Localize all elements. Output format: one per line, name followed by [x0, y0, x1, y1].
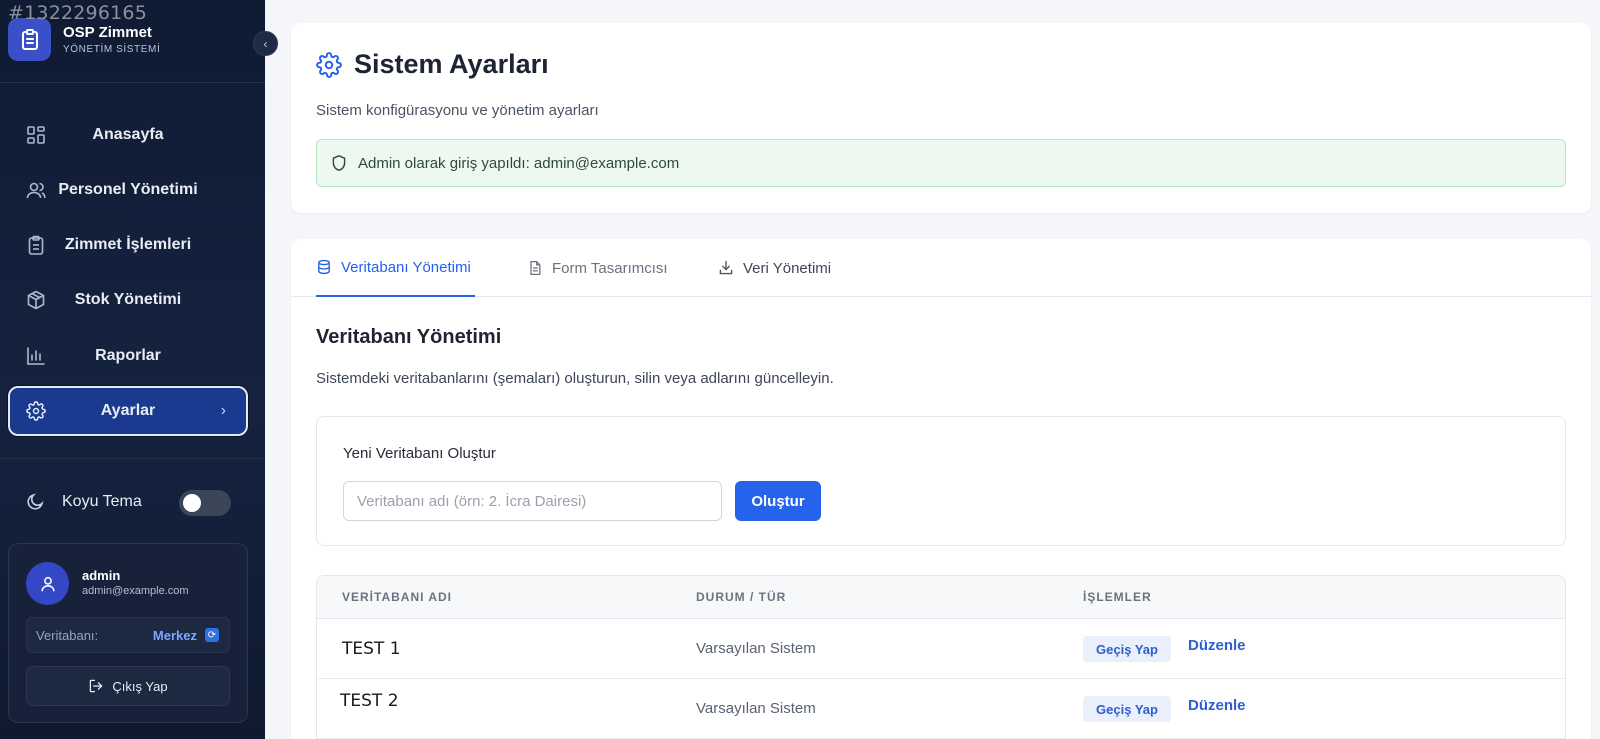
- tab-label: Form Tasarımcısı: [552, 259, 668, 277]
- page-subtitle: Sistem konfigürasyonu ve yönetim ayarlar…: [316, 102, 599, 119]
- user-icon: [40, 576, 55, 591]
- user-name: admin: [82, 568, 121, 583]
- column-header-actions: İŞLEMLER: [1083, 590, 1152, 604]
- toggle-knob: [183, 494, 201, 512]
- sidebar-divider: [0, 458, 265, 459]
- brand-subtitle: YÖNETİM SİSTEMİ: [63, 44, 161, 55]
- tab-form-tasarimcisi[interactable]: Form Tasarımcısı: [527, 239, 668, 297]
- sidebar-item-personel[interactable]: Personel Yönetimi: [8, 165, 248, 215]
- column-header-name: VERİTABANI ADI: [342, 590, 452, 604]
- admin-login-alert: Admin olarak giriş yapıldı: admin@exampl…: [316, 139, 1566, 187]
- logout-label: Çıkış Yap: [112, 678, 168, 694]
- tab-label: Veritabanı Yönetimi: [341, 258, 471, 276]
- logout-button[interactable]: Çıkış Yap: [26, 666, 230, 706]
- settings-content-card: Veritabanı Yönetimi Form Tasarımcısı Ver…: [291, 239, 1591, 739]
- collapse-sidebar-button[interactable]: ‹: [253, 31, 278, 56]
- database-name: TEST 2: [340, 691, 399, 711]
- gear-icon: [316, 52, 342, 78]
- download-icon: [719, 260, 733, 275]
- section-description: Sistemdeki veritabanlarını (şemaları) ol…: [316, 370, 834, 387]
- database-status: Varsayılan Sistem: [696, 640, 816, 657]
- user-card: admin admin@example.com Veritabanı: Merk…: [8, 543, 248, 723]
- chevron-right-icon: ›: [220, 402, 226, 419]
- edit-database-button[interactable]: Düzenle: [1188, 637, 1246, 654]
- database-label: Veritabanı:: [36, 627, 99, 643]
- sidebar-item-raporlar[interactable]: Raporlar: [8, 331, 248, 381]
- document-icon: [530, 260, 541, 276]
- dark-theme-toggle[interactable]: [179, 490, 231, 516]
- create-database-title: Yeni Veritabanı Oluştur: [343, 445, 496, 462]
- watermark-id: #1322296165: [8, 2, 148, 24]
- grid-icon: [27, 126, 45, 144]
- box-icon: [27, 290, 45, 310]
- settings-tabs: Veritabanı Yönetimi Form Tasarımcısı Ver…: [291, 239, 1591, 297]
- database-table: VERİTABANI ADI DURUM / TÜR İŞLEMLER TEST…: [316, 575, 1566, 739]
- create-database-button[interactable]: Oluştur: [735, 481, 821, 521]
- page-title: Sistem Ayarları: [354, 49, 549, 79]
- switch-database-icon[interactable]: ⟳: [205, 628, 219, 642]
- database-name-input[interactable]: [343, 481, 722, 521]
- table-header: VERİTABANI ADI DURUM / TÜR İŞLEMLER: [317, 576, 1565, 619]
- sidebar-item-zimmet[interactable]: Zimmet İşlemleri: [8, 220, 248, 270]
- user-email: admin@example.com: [82, 585, 189, 597]
- section-title: Veritabanı Yönetimi: [316, 326, 502, 348]
- users-icon: [26, 182, 46, 199]
- current-database-row[interactable]: Veritabanı: Merkez ⟳: [26, 617, 230, 653]
- tab-veritabani-yonetimi[interactable]: Veritabanı Yönetimi: [316, 239, 475, 297]
- chevron-left-icon: ‹: [263, 36, 268, 51]
- database-value: Merkez: [152, 627, 197, 643]
- column-header-status: DURUM / TÜR: [696, 590, 787, 604]
- edit-database-button[interactable]: Düzenle: [1188, 697, 1246, 714]
- settings-header-card: Sistem Ayarları Sistem konfigürasyonu ve…: [291, 23, 1591, 213]
- clipboard-logo-icon: [8, 18, 51, 61]
- dark-theme-label: Koyu Tema: [62, 493, 142, 510]
- clipboard-icon: [28, 235, 44, 255]
- logout-icon: [90, 679, 103, 693]
- sidebar-item-stok[interactable]: Stok Yönetimi: [8, 275, 248, 325]
- tab-veri-yonetimi[interactable]: Veri Yönetimi: [718, 239, 831, 297]
- avatar[interactable]: [26, 562, 69, 605]
- dark-theme-row: Koyu Tema: [25, 487, 233, 517]
- table-row: TEST 1 Varsayılan Sistem Geçiş Yap Düzen…: [317, 619, 1565, 679]
- switch-database-button[interactable]: Geçiş Yap: [1083, 636, 1171, 662]
- alert-text: Admin olarak giriş yapıldı: admin@exampl…: [358, 154, 680, 172]
- sidebar: OSP Zimmet YÖNETİM SİSTEMİ ‹ Anasayfa Pe…: [0, 0, 278, 739]
- tab-label: Veri Yönetimi: [743, 259, 832, 277]
- sidebar-item-ayarlar[interactable]: Ayarlar ›: [8, 386, 248, 436]
- table-row: TEST 2 Varsayılan Sistem Geçiş Yap Düzen…: [317, 679, 1565, 739]
- sidebar-item-anasayfa[interactable]: Anasayfa: [8, 110, 248, 160]
- database-status: Varsayılan Sistem: [696, 700, 816, 717]
- brand-title: OSP Zimmet: [63, 24, 152, 41]
- bar-chart-icon: [27, 347, 45, 365]
- switch-database-button[interactable]: Geçiş Yap: [1083, 696, 1171, 722]
- moon-icon: [27, 493, 44, 510]
- brand[interactable]: OSP Zimmet YÖNETİM SİSTEMİ: [8, 18, 160, 61]
- shield-icon: [332, 155, 346, 171]
- database-name: TEST 1: [342, 639, 401, 659]
- create-database-box: Yeni Veritabanı Oluştur Oluştur: [316, 416, 1566, 546]
- sidebar-divider: [0, 82, 265, 83]
- gear-icon: [26, 401, 46, 421]
- database-icon: [318, 259, 330, 275]
